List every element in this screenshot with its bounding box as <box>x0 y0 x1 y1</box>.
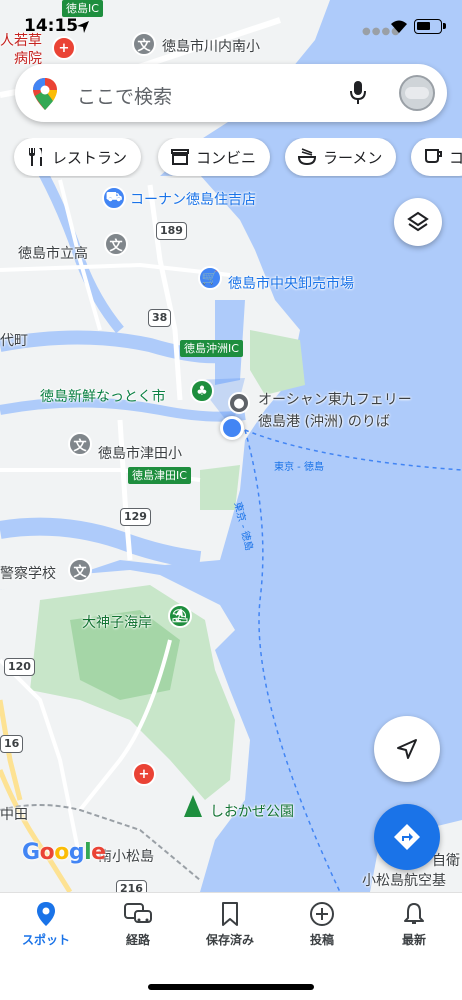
map-label-komatsushima-base: 小松島航空基 <box>362 873 446 889</box>
map-label-okinosu-ic: 徳島沖洲IC <box>180 340 243 357</box>
home-indicator[interactable] <box>148 984 314 990</box>
map-label-fresh-market[interactable]: 徳島新鮮なっとく市 <box>40 386 166 406</box>
layers-icon <box>407 211 429 232</box>
chip-restaurant[interactable]: レストラン <box>14 138 142 176</box>
map-label-nakata: 中田 <box>0 807 28 823</box>
park-tree-icon[interactable] <box>184 795 202 817</box>
convenience-store-icon <box>171 149 189 165</box>
map-label-minami-komatsushima[interactable]: 南小松島 <box>98 846 154 866</box>
route-129-shield: 129 <box>120 508 151 526</box>
microphone-icon[interactable] <box>349 80 367 106</box>
hospital-poi-icon[interactable]: + <box>132 762 156 786</box>
add-circle-icon <box>310 902 334 926</box>
map-label-konan[interactable]: コーナン徳島住吉店 <box>130 189 256 209</box>
chip-ramen[interactable]: ラーメン <box>285 138 397 176</box>
location-pin-icon <box>37 902 55 926</box>
nav-contribute[interactable]: 投稿 <box>276 901 368 953</box>
shopping-cart-poi-icon[interactable]: 🛒 <box>198 266 222 290</box>
location-arrow-icon <box>77 21 89 33</box>
wifi-icon <box>391 20 407 33</box>
map-label-ferry-2[interactable]: 徳島港 (沖洲) のりば <box>258 411 390 431</box>
park-poi-icon[interactable]: ♣ <box>190 379 214 403</box>
commute-icon <box>124 903 152 923</box>
map-label-tsuda-school[interactable]: 徳島市津田小 <box>98 443 182 463</box>
chip-convenience-store[interactable]: コンビニ <box>158 138 271 176</box>
battery-icon <box>414 19 446 34</box>
nav-label: 経路 <box>125 933 150 947</box>
route-216-shield: 216 <box>116 880 147 892</box>
shopping-poi-icon[interactable]: ⛟ <box>102 186 126 210</box>
search-bar[interactable]: ここで検索 <box>15 64 447 122</box>
route-189-shield: 189 <box>156 222 187 240</box>
nav-label: スポット <box>21 933 70 947</box>
bookmark-icon <box>222 902 238 926</box>
route-120-shield: 120 <box>4 658 35 676</box>
my-location-button[interactable] <box>374 716 440 782</box>
map-label-right-edge: 自衛 <box>432 853 460 869</box>
nav-explore[interactable]: スポット <box>0 901 92 953</box>
ramen-icon <box>297 148 317 166</box>
beach-poi-icon[interactable]: ⛱ <box>168 604 192 628</box>
nav-label: 最新 <box>401 933 426 947</box>
school-poi-icon[interactable]: 文 <box>68 432 92 456</box>
map-label-okami-beach[interactable]: 大神子海岸 <box>82 612 152 632</box>
nav-label: 保存済み <box>205 933 254 947</box>
map-label-shiokaze-park[interactable]: しおかぜ公園 <box>210 801 294 821</box>
directions-button[interactable] <box>374 804 440 870</box>
avatar[interactable] <box>399 75 435 111</box>
school-poi-icon[interactable]: 文 <box>68 558 92 582</box>
map-label-tsuda-ic: 徳島津田IC <box>128 467 191 484</box>
school-poi-icon[interactable]: 文 <box>104 232 128 256</box>
route-16-shield: 16 <box>0 735 24 753</box>
nav-commute[interactable]: 経路 <box>92 901 184 953</box>
current-location-dot <box>220 416 244 440</box>
chip-cafe[interactable]: コ <box>411 138 462 176</box>
nav-saved[interactable]: 保存済み <box>184 901 276 953</box>
restaurant-icon <box>29 148 42 166</box>
chip-label: レストラン <box>52 148 128 167</box>
chip-label: コ <box>449 148 462 167</box>
map-label-market[interactable]: 徳島市中央卸売市場 <box>228 273 354 293</box>
nav-label: 投稿 <box>309 933 334 947</box>
google-logo: Google <box>22 840 106 865</box>
nav-updates[interactable]: 最新 <box>368 901 460 953</box>
map-label-ferry-1[interactable]: オーシャン東九フェリー <box>258 389 412 409</box>
route-38-shield: 38 <box>148 309 172 327</box>
navigation-arrow-icon <box>397 739 417 759</box>
cafe-icon <box>425 149 442 163</box>
status-time: 14:15 <box>24 16 79 36</box>
map-label-police-school[interactable]: 警察学校 <box>0 563 56 583</box>
directions-icon <box>394 824 420 850</box>
search-input[interactable]: ここで検索 <box>77 82 172 109</box>
ferry-pin-icon[interactable]: ● <box>228 392 250 414</box>
map-label-high-school[interactable]: 徳島市立高 <box>18 243 88 263</box>
bell-icon <box>404 903 424 924</box>
chip-label: コンビニ <box>196 148 257 167</box>
map-label-left-town: 代町 <box>0 333 28 349</box>
map-layers-button[interactable] <box>394 198 442 246</box>
ferry-route-label: 東京 - 徳島 <box>274 462 324 473</box>
category-chips: レストラン コンビニ ラーメン コ <box>0 138 462 178</box>
google-maps-pin-icon <box>33 78 57 110</box>
chip-label: ラーメン <box>323 148 383 167</box>
status-bar: 14:15 ●●●● <box>0 0 462 52</box>
